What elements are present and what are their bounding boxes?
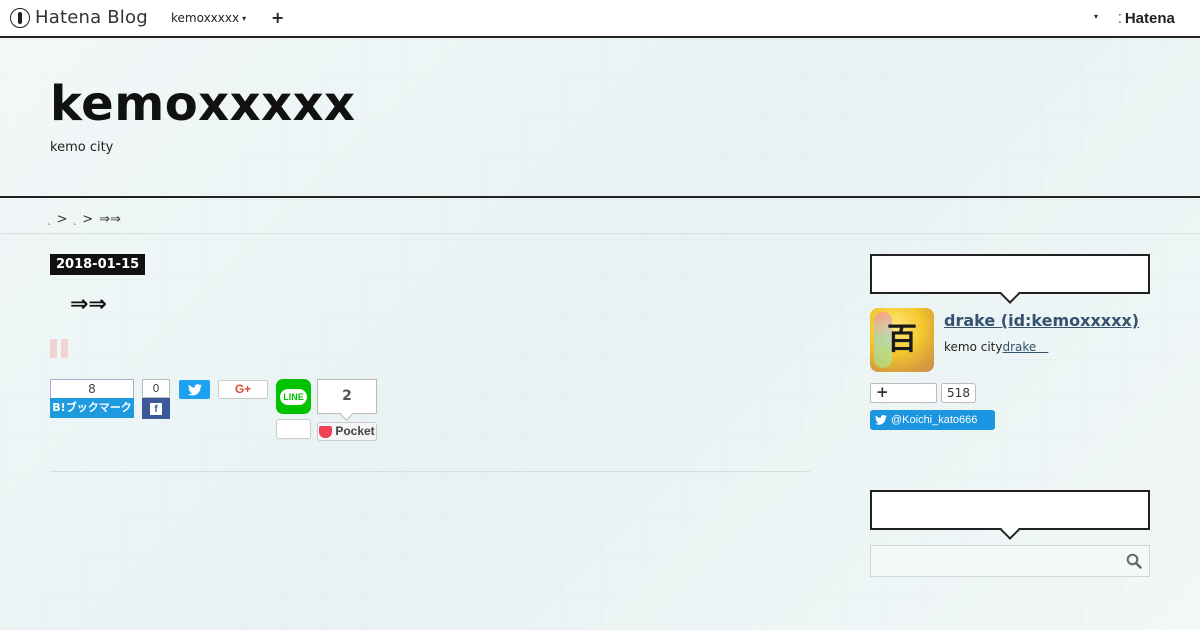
subscriber-count: 518	[941, 383, 976, 403]
header-divider	[0, 196, 1200, 198]
search-icon[interactable]	[1126, 553, 1142, 569]
twitter-follow-button[interactable]: @Koichi_kato666	[870, 410, 995, 430]
twitter-icon	[875, 415, 887, 425]
search-module-heading	[870, 490, 1150, 530]
hatena-bookmark-count[interactable]: 8	[50, 379, 134, 398]
blog-description: kemo city	[50, 140, 114, 155]
author-desc-text: kemo city	[944, 340, 1003, 354]
line-count-box	[276, 419, 311, 439]
googleplus-share-button[interactable]: G+	[218, 380, 268, 399]
author-desc-link[interactable]: drake＿	[1003, 340, 1049, 354]
new-post-button[interactable]: +	[271, 8, 284, 27]
facebook-icon: f	[150, 402, 162, 415]
author-avatar[interactable]: 百	[870, 308, 934, 372]
hatena-blog-logo[interactable]: Hatena Blog	[10, 7, 148, 28]
user-menu-caret-icon[interactable]: ▾	[1094, 12, 1098, 21]
global-header: Hatena Blog kemoxxxxx ▾ + ▾ ⁚ Hatena	[0, 0, 1200, 38]
breadcrumb-current: ⇒⇒	[99, 212, 121, 227]
subscribe-button[interactable]: +	[870, 383, 937, 403]
hatena-bookmark-button[interactable]: B!ブックマーク	[50, 398, 134, 418]
hatena-mark-icon: ⁚	[1118, 11, 1122, 26]
article-divider	[50, 471, 810, 472]
blog-menu-dropdown[interactable]: kemoxxxxx ▾	[171, 11, 246, 25]
profile-module-heading	[870, 254, 1150, 294]
twitter-share-button[interactable]	[179, 380, 210, 399]
breadcrumb-separator: >	[56, 212, 68, 227]
line-label: LINE	[280, 388, 307, 405]
facebook-share-button[interactable]: f	[142, 398, 170, 419]
pocket-button[interactable]: Pocket	[317, 422, 377, 441]
blog-menu-label: kemoxxxxx	[171, 11, 240, 25]
search-input[interactable]	[871, 546, 1111, 576]
author-name-link[interactable]: drake (id:kemoxxxxx)	[944, 311, 1139, 330]
search-box	[870, 545, 1150, 577]
entry-title[interactable]: ⇒⇒	[70, 292, 107, 317]
logo-text: Hatena Blog	[35, 7, 148, 28]
breadcrumb: ˻ > ˻ > ⇒⇒	[48, 212, 121, 227]
pocket-icon	[319, 425, 333, 438]
avatar-character: 百	[887, 322, 917, 357]
hatena-blog-mark-icon	[10, 7, 30, 28]
blog-title[interactable]: kemoxxxxx	[50, 76, 355, 132]
breadcrumb-item-1[interactable]: ˻	[48, 216, 51, 225]
line-share-button[interactable]: LINE	[276, 379, 311, 414]
hatena-logo-text: Hatena	[1124, 10, 1175, 27]
breadcrumb-separator: >	[82, 212, 94, 227]
author-description: kemo citydrake＿	[944, 338, 1048, 355]
pause-icon	[50, 339, 68, 358]
entry-date[interactable]: 2018-01-15	[50, 254, 146, 275]
twitter-follow-label: @Koichi_kato666	[891, 414, 978, 426]
breadcrumb-divider	[0, 233, 1200, 234]
facebook-count: 0	[142, 379, 170, 398]
caret-down-icon: ▾	[242, 14, 247, 23]
twitter-icon	[187, 383, 202, 396]
pocket-label: Pocket	[335, 424, 375, 438]
breadcrumb-item-2[interactable]: ˻	[74, 216, 77, 225]
hatena-logo[interactable]: ⁚ Hatena	[1118, 10, 1175, 27]
